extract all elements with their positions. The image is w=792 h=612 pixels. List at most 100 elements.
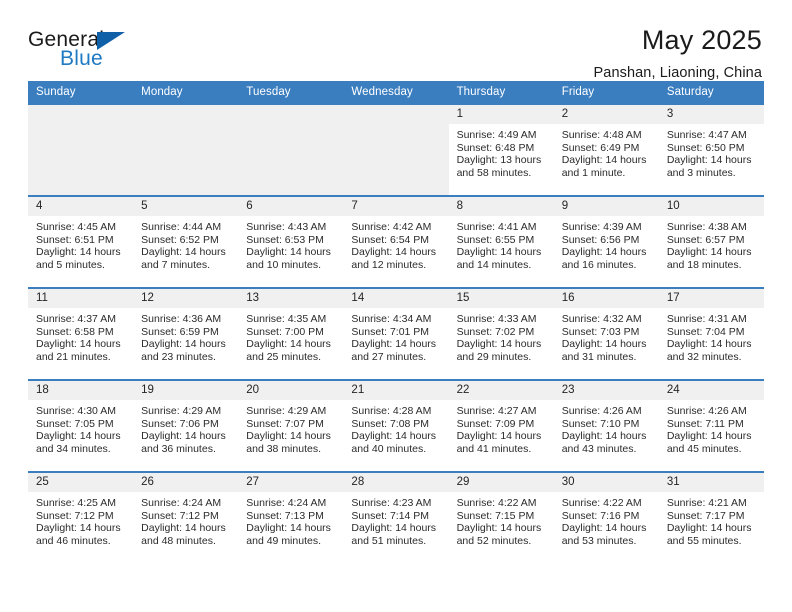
calendar-day-cell[interactable]: 18 Sunrise: 4:30 AM Sunset: 7:05 PM Dayligh…	[28, 379, 134, 472]
day-details: Sunrise: 4:38 AM Sunset: 6:57 PM Daylight:…	[659, 216, 764, 271]
calendar-day-cell[interactable]: 25 Sunrise: 4:25 AM Sunset: 7:12 PM Dayligh…	[28, 471, 134, 563]
daylight-text-line1: Daylight: 14 hours	[141, 338, 226, 351]
daylight-text-line2: and 31 minutes.	[561, 350, 637, 363]
sunrise-text: Sunrise: 4:23 AM	[351, 497, 432, 509]
day-details: Sunrise: 4:26 AM Sunset: 7:11 PM Daylight:…	[659, 400, 764, 455]
day-details: Sunrise: 4:22 AM Sunset: 7:15 PM Daylight:…	[449, 492, 554, 547]
day-number: 15	[448, 289, 554, 308]
day-details: Sunrise: 4:44 AM Sunset: 6:52 PM Daylight:…	[133, 216, 238, 271]
day-details: Sunrise: 4:45 AM Sunset: 6:51 PM Daylight:…	[28, 216, 133, 271]
daylight-text-line2: and 43 minutes.	[561, 442, 637, 455]
sunrise-text: Sunrise: 4:24 AM	[246, 497, 327, 509]
calendar-day-cell-empty	[238, 103, 344, 196]
calendar-day-cell[interactable]: 2 Sunrise: 4:48 AM Sunset: 6:49 PM Daylight…	[553, 103, 659, 196]
daylight-text-line1: Daylight: 14 hours	[351, 246, 437, 259]
day-details: Sunrise: 4:39 AM Sunset: 6:56 PM Daylight:…	[554, 216, 659, 271]
day-details: Sunrise: 4:24 AM Sunset: 7:12 PM Daylight:…	[133, 492, 238, 547]
calendar-day-cell[interactable]: 24 Sunrise: 4:26 AM Sunset: 7:11 PM Dayligh…	[658, 379, 764, 472]
day-number: 1	[448, 105, 554, 124]
sunrise-text: Sunrise: 4:48 AM	[561, 129, 642, 141]
calendar-day-cell[interactable]: 13 Sunrise: 4:35 AM Sunset: 7:00 PM Dayligh…	[238, 287, 344, 380]
calendar-day-cell[interactable]: 9 Sunrise: 4:39 AM Sunset: 6:56 PM Daylight…	[553, 195, 659, 288]
calendar-day-cell[interactable]: 26 Sunrise: 4:24 AM Sunset: 7:12 PM Dayligh…	[133, 471, 239, 563]
sunset-text: Sunset: 7:14 PM	[351, 509, 430, 522]
daylight-text-line1: Daylight: 14 hours	[141, 522, 226, 535]
calendar-day-cell-empty	[133, 103, 239, 196]
daylight-text-line2: and 29 minutes.	[456, 350, 532, 363]
daylight-text-line1: Daylight: 14 hours	[561, 430, 647, 443]
general-blue-logo: General Blue	[28, 26, 136, 74]
calendar-day-cell[interactable]: 31 Sunrise: 4:21 AM Sunset: 7:17 PM Dayligh…	[658, 471, 764, 563]
sunrise-text: Sunrise: 4:25 AM	[36, 497, 116, 509]
day-number: 8	[448, 197, 554, 216]
daylight-text-line2: and 12 minutes.	[351, 258, 427, 271]
calendar-day-cell[interactable]: 1 Sunrise: 4:49 AM Sunset: 6:48 PM Daylight…	[448, 103, 554, 196]
day-number: 18	[28, 381, 134, 400]
calendar-day-cell[interactable]: 19 Sunrise: 4:29 AM Sunset: 7:06 PM Dayligh…	[133, 379, 239, 472]
daylight-text-line1: Daylight: 14 hours	[141, 246, 226, 259]
daylight-text-line2: and 3 minutes.	[666, 166, 736, 179]
calendar-day-cell[interactable]: 3 Sunrise: 4:47 AM Sunset: 6:50 PM Daylight…	[658, 103, 764, 196]
calendar-day-cell[interactable]: 6 Sunrise: 4:43 AM Sunset: 6:53 PM Daylight…	[238, 195, 344, 288]
day-number: 11	[28, 289, 134, 308]
day-details: Sunrise: 4:21 AM Sunset: 7:17 PM Daylight:…	[659, 492, 764, 547]
sunrise-text: Sunrise: 4:22 AM	[456, 497, 537, 509]
calendar-day-cell[interactable]: 10 Sunrise: 4:38 AM Sunset: 6:57 PM Dayligh…	[658, 195, 764, 288]
calendar-day-cell[interactable]: 29 Sunrise: 4:22 AM Sunset: 7:15 PM Dayligh…	[448, 471, 554, 563]
calendar-week-row: 25 Sunrise: 4:25 AM Sunset: 7:12 PM Dayligh…	[28, 471, 764, 563]
calendar-day-cell[interactable]: 27 Sunrise: 4:24 AM Sunset: 7:13 PM Dayligh…	[238, 471, 344, 563]
calendar-day-cell[interactable]: 4 Sunrise: 4:45 AM Sunset: 6:51 PM Daylight…	[28, 195, 134, 288]
sunset-text: Sunset: 7:06 PM	[141, 417, 219, 430]
calendar-day-cell[interactable]: 21 Sunrise: 4:28 AM Sunset: 7:08 PM Dayligh…	[343, 379, 449, 472]
calendar-day-cell[interactable]: 5 Sunrise: 4:44 AM Sunset: 6:52 PM Daylight…	[133, 195, 239, 288]
calendar-page: General Blue May 2025 Panshan, Liaoning,…	[0, 0, 792, 612]
sunset-text: Sunset: 6:50 PM	[666, 141, 745, 154]
daylight-text-line1: Daylight: 13 hours	[456, 154, 542, 167]
calendar-table: Sunday Monday Tuesday Wednesday Thursday Frid…	[28, 81, 764, 563]
daylight-text-line1: Daylight: 14 hours	[246, 430, 331, 443]
calendar-day-cell[interactable]: 20 Sunrise: 4:29 AM Sunset: 7:07 PM Dayligh…	[238, 379, 344, 472]
sunset-text: Sunset: 6:54 PM	[351, 233, 430, 246]
day-number: 26	[133, 473, 239, 492]
calendar-day-cell[interactable]: 7 Sunrise: 4:42 AM Sunset: 6:54 PM Daylight…	[343, 195, 449, 288]
day-details: Sunrise: 4:37 AM Sunset: 6:58 PM Daylight:…	[28, 308, 133, 363]
sunrise-text: Sunrise: 4:24 AM	[141, 497, 222, 509]
daylight-text-line2: and 38 minutes.	[246, 442, 321, 455]
weekday-header-tuesday: Tuesday	[238, 81, 344, 104]
sunset-text: Sunset: 7:02 PM	[456, 325, 535, 338]
sunrise-text: Sunrise: 4:32 AM	[561, 313, 642, 325]
sunset-text: Sunset: 7:12 PM	[141, 509, 219, 522]
calendar-day-cell[interactable]: 11 Sunrise: 4:37 AM Sunset: 6:58 PM Dayligh…	[28, 287, 134, 380]
daylight-text-line2: and 40 minutes.	[351, 442, 427, 455]
sunrise-text: Sunrise: 4:47 AM	[666, 129, 747, 141]
calendar-day-cell[interactable]: 14 Sunrise: 4:34 AM Sunset: 7:01 PM Dayligh…	[343, 287, 449, 380]
weekday-header-friday: Friday	[553, 81, 659, 104]
sunrise-text: Sunrise: 4:42 AM	[351, 221, 432, 233]
calendar-day-cell[interactable]: 28 Sunrise: 4:23 AM Sunset: 7:14 PM Dayligh…	[343, 471, 449, 563]
calendar-day-cell[interactable]: 17 Sunrise: 4:31 AM Sunset: 7:04 PM Dayligh…	[658, 287, 764, 380]
day-number: 17	[658, 289, 764, 308]
sunrise-text: Sunrise: 4:38 AM	[666, 221, 747, 233]
daylight-text-line1: Daylight: 14 hours	[666, 154, 752, 167]
day-number: 3	[658, 105, 764, 124]
daylight-text-line2: and 58 minutes.	[456, 166, 532, 179]
page-title: May 2025	[641, 25, 762, 55]
day-number: 25	[28, 473, 134, 492]
day-number: 13	[238, 289, 344, 308]
daylight-text-line2: and 5 minutes.	[36, 258, 105, 271]
sunrise-text: Sunrise: 4:29 AM	[246, 405, 327, 417]
calendar-day-cell[interactable]: 23 Sunrise: 4:26 AM Sunset: 7:10 PM Dayligh…	[553, 379, 659, 472]
day-number: 22	[448, 381, 554, 400]
day-details: Sunrise: 4:22 AM Sunset: 7:16 PM Daylight:…	[554, 492, 659, 547]
calendar-day-cell[interactable]: 22 Sunrise: 4:27 AM Sunset: 7:09 PM Dayligh…	[448, 379, 554, 472]
calendar-day-cell[interactable]: 15 Sunrise: 4:33 AM Sunset: 7:02 PM Dayligh…	[448, 287, 554, 380]
sunrise-text: Sunrise: 4:22 AM	[561, 497, 642, 509]
sunrise-text: Sunrise: 4:44 AM	[141, 221, 222, 233]
sunrise-text: Sunrise: 4:21 AM	[666, 497, 747, 509]
sunset-text: Sunset: 7:12 PM	[36, 509, 114, 522]
calendar-week-row: 18 Sunrise: 4:30 AM Sunset: 7:05 PM Dayligh…	[28, 379, 764, 472]
calendar-day-cell[interactable]: 12 Sunrise: 4:36 AM Sunset: 6:59 PM Dayligh…	[133, 287, 239, 380]
calendar-day-cell[interactable]: 8 Sunrise: 4:41 AM Sunset: 6:55 PM Daylight…	[448, 195, 554, 288]
calendar-day-cell[interactable]: 16 Sunrise: 4:32 AM Sunset: 7:03 PM Dayligh…	[553, 287, 659, 380]
calendar-day-cell[interactable]: 30 Sunrise: 4:22 AM Sunset: 7:16 PM Dayligh…	[553, 471, 659, 563]
